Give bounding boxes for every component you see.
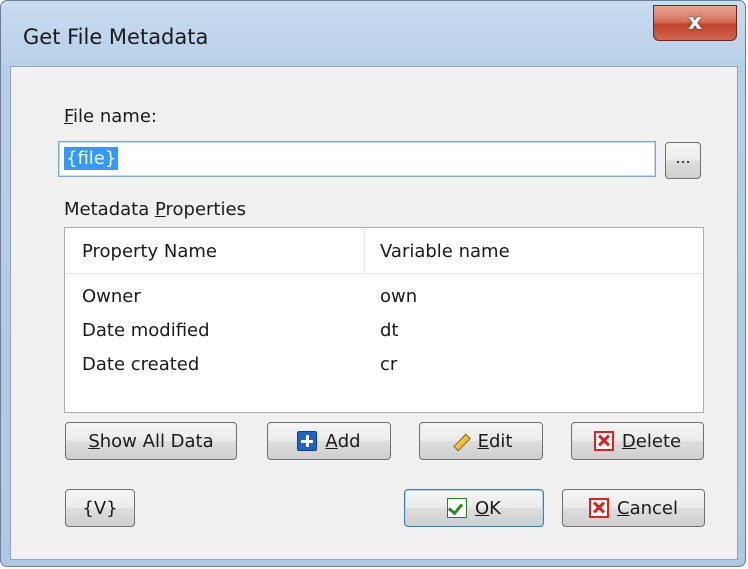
- close-button[interactable]: x: [653, 5, 737, 41]
- check-icon: [447, 498, 467, 518]
- file-name-label: File name:: [64, 106, 157, 127]
- dialog-client-area: File name: {file} ... Metadata Propertie…: [10, 66, 738, 560]
- column-divider[interactable]: [364, 229, 365, 273]
- file-name-value: {file}: [64, 147, 119, 170]
- browse-button[interactable]: ...: [665, 142, 701, 179]
- property-cell: Date created: [82, 354, 200, 375]
- delete-x-icon: [593, 431, 614, 451]
- variable-cell: cr: [380, 354, 398, 375]
- ok-button[interactable]: OK: [404, 489, 544, 527]
- file-name-input[interactable]: {file}: [58, 141, 656, 177]
- property-cell: Owner: [82, 286, 141, 307]
- delete-button[interactable]: Delete: [571, 422, 704, 460]
- dialog-window: Get File Metadata x File name: {file} ..…: [0, 0, 746, 567]
- metadata-properties-label: Metadata Properties: [64, 199, 246, 220]
- variable-cell: own: [380, 286, 418, 307]
- pencil-icon: [450, 431, 470, 451]
- add-button[interactable]: Add: [267, 422, 391, 460]
- cancel-x-icon: [589, 498, 609, 518]
- variable-cell: dt: [380, 320, 399, 341]
- column-header-variable-name[interactable]: Variable name: [380, 241, 510, 262]
- show-all-data-button[interactable]: Show All Data: [65, 422, 237, 460]
- list-header: Property Name Variable name: [66, 229, 702, 274]
- variables-button[interactable]: {V}: [65, 489, 135, 527]
- edit-button[interactable]: Edit: [419, 422, 543, 460]
- close-icon: x: [687, 10, 703, 35]
- column-header-property-name[interactable]: Property Name: [82, 241, 217, 262]
- property-cell: Date modified: [82, 320, 210, 341]
- window-title: Get File Metadata: [23, 25, 209, 49]
- plus-icon: [297, 431, 318, 451]
- metadata-properties-list[interactable]: Property Name Variable name Owner own Da…: [64, 227, 704, 413]
- cancel-button[interactable]: Cancel: [562, 489, 705, 527]
